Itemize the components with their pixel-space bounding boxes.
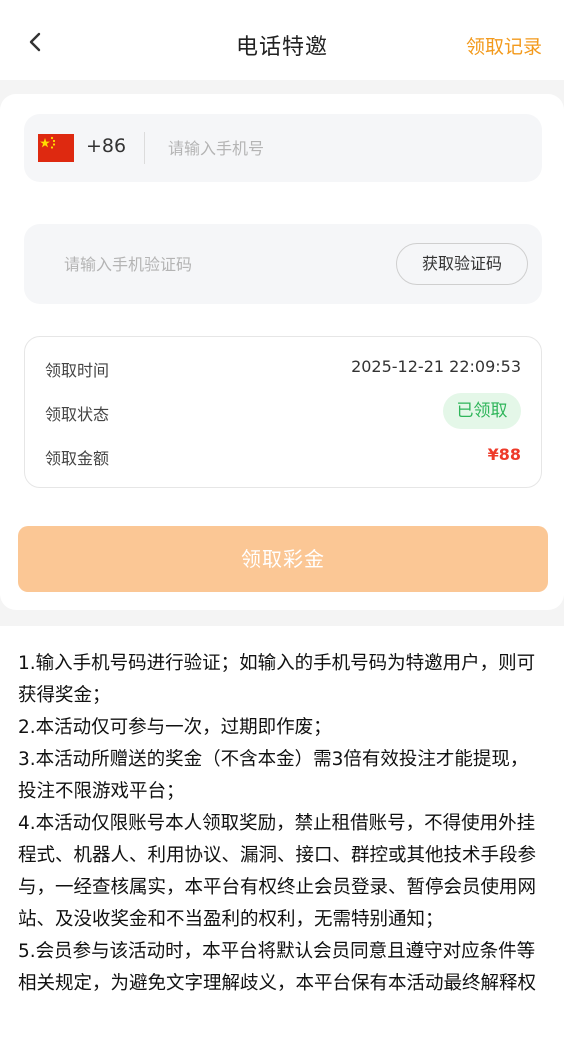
claim-time-label: 领取时间 — [45, 361, 110, 380]
rule-item: 1.输入手机号码进行验证；如输入的手机号码为特邀用户，则可获得奖金； — [18, 653, 536, 706]
status-badge: 已领取 — [443, 393, 521, 429]
claim-amount-label: 领取金额 — [45, 449, 110, 468]
rule-item: 2.本活动仅可参与一次，过期即作废； — [18, 717, 332, 738]
china-flag-icon[interactable] — [38, 134, 74, 162]
rule-item: 4.本活动仅限账号本人领取奖励，禁止租借账号，不得使用外挂程式、机器人、利用协议… — [18, 813, 537, 930]
get-code-button[interactable]: 获取验证码 — [396, 243, 528, 285]
rule-item: 5.会员参与该活动时，本平台将默认会员同意且遵守对应条件等相关规定，为避免文字理… — [18, 941, 537, 994]
country-code[interactable]: +86 — [86, 135, 126, 157]
claim-info-box: 领取时间 2025-12-21 22:09:53 领取状态 已领取 领取金额 ¥… — [24, 336, 542, 488]
claim-records-link[interactable]: 领取记录 — [466, 32, 542, 59]
phone-field: +86 — [24, 114, 542, 182]
phone-input[interactable] — [168, 128, 518, 168]
verification-code-input[interactable] — [64, 244, 384, 284]
field-divider — [144, 132, 145, 164]
claim-bonus-button[interactable]: 领取彩金 — [18, 526, 548, 592]
verification-code-field: 获取验证码 — [24, 224, 542, 304]
claim-status-label: 领取状态 — [45, 405, 110, 424]
claim-time-value: 2025-12-21 22:09:53 — [351, 357, 521, 376]
rules-list: 1.输入手机号码进行验证；如输入的手机号码为特邀用户，则可获得奖金； 2.本活动… — [18, 648, 546, 1000]
top-bar: 电话特邀 领取记录 — [0, 0, 564, 80]
rule-item: 3.本活动所赠送的奖金（不含本金）需3倍有效投注才能提现，投注不限游戏平台； — [18, 749, 529, 802]
claim-amount-value: ¥88 — [487, 445, 521, 464]
